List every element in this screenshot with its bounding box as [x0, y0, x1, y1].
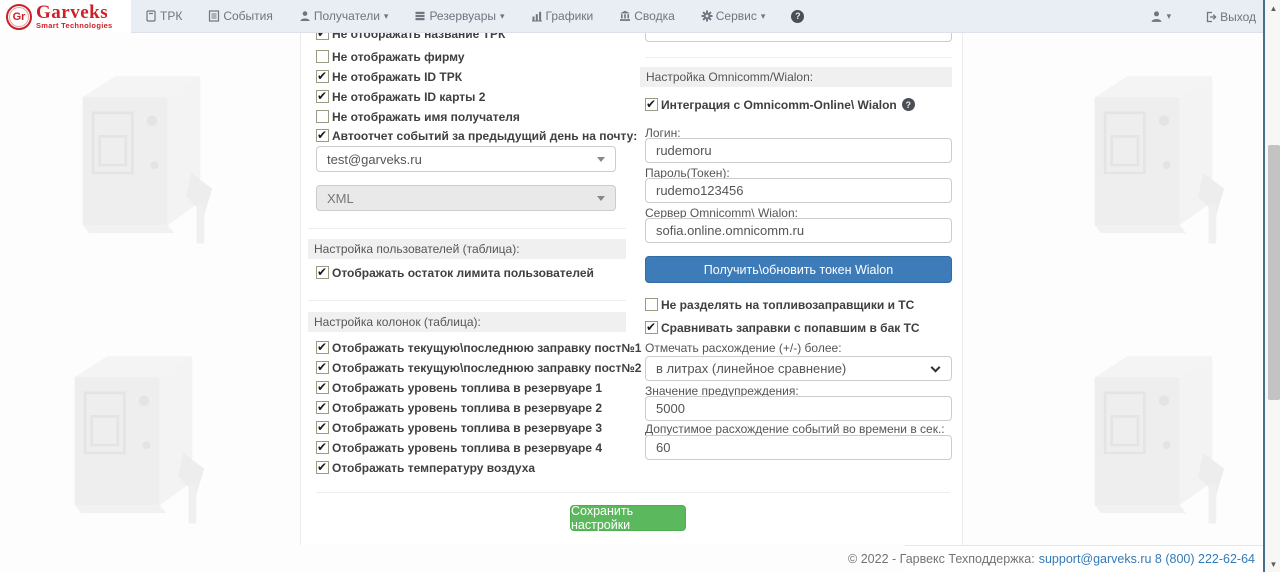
checkbox[interactable]: [316, 341, 329, 354]
chevron-down-icon: [931, 362, 941, 372]
chevron-down-icon: ▾: [384, 11, 389, 22]
help-icon: ?: [791, 10, 804, 23]
login-input[interactable]: rudemoru: [645, 138, 952, 163]
omnicomm-section-header: Настройка Omnicomm/Wialon:: [640, 67, 952, 87]
email-select[interactable]: test@garveks.ru: [316, 146, 616, 172]
nav-item-summary[interactable]: Сводка: [619, 9, 675, 23]
password-input[interactable]: rudemo123456: [645, 178, 952, 203]
fuel-dispenser-watermark: [42, 335, 212, 550]
checkbox-row-no-split[interactable]: Не разделять на топливозаправщики и ТС: [645, 297, 914, 312]
bank-icon: [619, 10, 631, 22]
columns-section-header: Настройка колонок (таблица):: [308, 312, 626, 332]
checkbox-row-user-limit[interactable]: Отображать остаток лимита пользователей: [316, 265, 594, 280]
checkbox[interactable]: [645, 298, 658, 311]
checkbox-row-hide-firm[interactable]: Не отображать фирму: [316, 49, 465, 64]
copyright-text: © 2022 - Гарвекс Техподдержка:: [848, 552, 1035, 566]
discrepancy-label: Отмечать расхождение (+/-) более:: [645, 341, 842, 355]
footer: © 2022 - Гарвекс Техподдержка: support@g…: [905, 545, 1263, 572]
logout-button[interactable]: Выход: [1205, 10, 1256, 24]
chevron-down-icon: ▾: [1167, 11, 1172, 22]
time-diff-input[interactable]: 60: [645, 435, 952, 460]
checkbox[interactable]: [316, 266, 329, 279]
time-diff-label: Допустимое расхождение событий во времен…: [645, 422, 945, 436]
tanks-icon: [414, 10, 426, 22]
nav-item-trk[interactable]: ТРК: [145, 9, 182, 23]
checkbox-row-hide-card2[interactable]: Не отображать ID карты 2: [316, 89, 485, 104]
users-section-header: Настройка пользователей (таблица):: [308, 239, 626, 259]
discrepancy-select[interactable]: в литрах (линейное сравнение): [645, 356, 952, 381]
clipped-checkbox-row[interactable]: Не отображать название ТРК: [316, 33, 616, 44]
checkbox[interactable]: [316, 70, 329, 83]
checkbox-row-tank2[interactable]: Отображать уровень топлива в резервуаре …: [316, 400, 602, 415]
checkbox-row-col-post1[interactable]: Отображать текущую\последнюю заправку по…: [316, 340, 641, 355]
logout-icon: [1205, 11, 1217, 23]
checkbox-row-hide-id-trk[interactable]: Не отображать ID ТРК: [316, 69, 462, 84]
chevron-down-icon: [597, 157, 605, 162]
chevron-down-icon: ▾: [761, 11, 766, 22]
user-menu-button[interactable]: ▾: [1150, 10, 1172, 23]
support-link[interactable]: support@garveks.ru 8 (800) 222-62-64: [1039, 552, 1255, 566]
checkbox-row-autoreport[interactable]: Автоотчет событий за предыдущий день на …: [316, 128, 637, 143]
get-token-button[interactable]: Получить\обновить токен Wialon: [645, 256, 952, 283]
scrollbar-thumb[interactable]: [1268, 145, 1280, 400]
checkbox-row-air-temp[interactable]: Отображать температуру воздуха: [316, 460, 535, 475]
nav-item-recipients[interactable]: Получатели ▾: [299, 9, 389, 23]
checkbox-row-integration[interactable]: Интеграция с Omnicomm-Online\ Wialon ?: [645, 97, 915, 112]
checkbox-label: Не отображать название ТРК: [332, 33, 505, 41]
pump-icon: [145, 10, 157, 22]
checkbox-row-tank1[interactable]: Отображать уровень топлива в резервуаре …: [316, 380, 602, 395]
logo[interactable]: Gr Garveks Smart Technologies: [0, 0, 131, 33]
nav-item-charts[interactable]: Графики: [531, 9, 594, 23]
server-input[interactable]: sofia.online.omnicomm.ru: [645, 218, 952, 243]
checkbox[interactable]: [316, 361, 329, 374]
checkbox[interactable]: [316, 33, 329, 40]
checkbox[interactable]: [316, 381, 329, 394]
checkbox-row-tank3[interactable]: Отображать уровень топлива в резервуаре …: [316, 420, 602, 435]
checkbox-row-col-post2[interactable]: Отображать текущую\последнюю заправку по…: [316, 360, 641, 375]
chevron-down-icon: [597, 196, 605, 201]
format-select[interactable]: XML: [316, 185, 616, 211]
fuel-dispenser-watermark: [1062, 335, 1232, 550]
nav-help-button[interactable]: ?: [791, 10, 804, 23]
events-list-icon: [208, 10, 220, 22]
top-navbar: Gr Garveks Smart Technologies ТРК Событи…: [0, 0, 1280, 33]
nav-item-tanks[interactable]: Резервуары ▾: [414, 9, 504, 23]
checkbox[interactable]: [316, 441, 329, 454]
page: Не отображать название ТРК Не отображать…: [0, 0, 1280, 572]
divider: [308, 228, 626, 229]
checkbox[interactable]: [316, 50, 329, 63]
checkbox[interactable]: [645, 321, 658, 334]
user-icon: [1150, 10, 1163, 23]
gear-icon: [701, 10, 713, 22]
checkbox[interactable]: [316, 401, 329, 414]
user-icon: [299, 10, 311, 22]
checkbox-row-compare-tank[interactable]: Сравнивать заправки с попавшим в бак ТС: [645, 320, 920, 335]
checkbox-row-tank4[interactable]: Отображать уровень топлива в резервуаре …: [316, 440, 602, 455]
checkbox[interactable]: [645, 98, 658, 111]
save-button[interactable]: Сохранить настройки: [570, 505, 686, 531]
nav-item-service[interactable]: Сервис ▾: [701, 9, 766, 23]
fuel-dispenser-watermark: [1062, 55, 1232, 270]
brand-name: Garveks: [36, 3, 113, 22]
fuel-dispenser-watermark: [50, 55, 220, 270]
checkbox[interactable]: [316, 421, 329, 434]
divider: [645, 57, 952, 58]
chevron-down-icon: ▾: [500, 11, 505, 22]
warning-input[interactable]: 5000: [645, 396, 952, 421]
nav-item-events[interactable]: События: [208, 9, 273, 23]
checkbox-row-hide-recipient[interactable]: Не отображать имя получателя: [316, 109, 520, 124]
checkbox[interactable]: [316, 90, 329, 103]
bar-chart-icon: [531, 10, 543, 22]
logo-icon: Gr: [6, 4, 32, 30]
checkbox[interactable]: [316, 461, 329, 474]
brand-tagline: Smart Technologies: [36, 22, 113, 30]
checkbox[interactable]: [316, 129, 329, 142]
help-icon[interactable]: ?: [902, 98, 915, 111]
checkbox[interactable]: [316, 110, 329, 123]
divider: [308, 300, 626, 301]
scrollbar[interactable]: ▲ ▼: [1263, 0, 1280, 572]
scroll-down-icon[interactable]: ▼: [1267, 557, 1280, 571]
scroll-up-icon[interactable]: ▲: [1267, 1, 1280, 15]
divider: [316, 492, 950, 493]
